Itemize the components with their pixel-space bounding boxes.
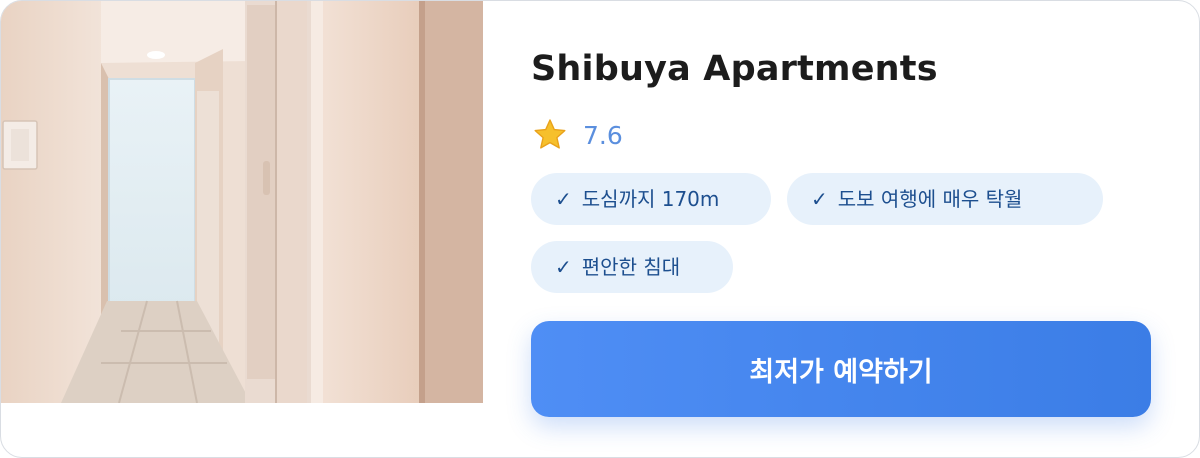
amenity-label: 도보 여행에 매우 탁월 [837,187,1023,211]
hotel-photo[interactable] [1,1,483,403]
hotel-card: Shibuya Apartments 7.6 ✓ 도심까지 170m ✓ 도보 여행… [0,0,1200,458]
rating-score: 7.6 [583,120,623,150]
star-icon [534,119,566,149]
amenity-tag-distance: ✓ 도심까지 170m [531,173,771,225]
hotel-info: Shibuya Apartments 7.6 ✓ 도심까지 170m ✓ 도보 여행… [531,1,1151,457]
book-lowest-price-button[interactable]: 최저가 예약하기 [531,321,1151,417]
check-icon: ✓ [555,255,572,279]
amenity-label: 도심까지 170m [581,187,720,211]
rating-row: 7.6 [533,117,623,153]
hotel-name[interactable]: Shibuya Apartments [531,49,938,89]
check-icon: ✓ [811,187,828,211]
amenity-label: 편안한 침대 [581,255,681,279]
amenity-tag-bed: ✓ 편안한 침대 [531,241,733,293]
check-icon: ✓ [555,187,572,211]
amenity-tag-walkability: ✓ 도보 여행에 매우 탁월 [787,173,1103,225]
